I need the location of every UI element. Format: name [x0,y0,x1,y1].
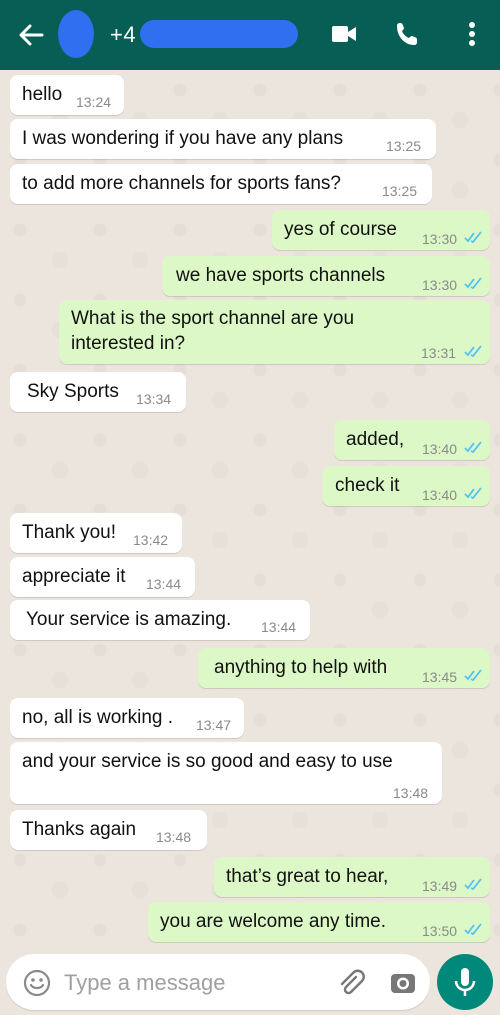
more-vert-icon[interactable] [462,20,482,48]
message-bubble-outgoing[interactable]: yes of course 13:30 [272,210,490,250]
message-bubble-outgoing[interactable]: What is the sport channel are you intere… [59,300,490,364]
camera-icon[interactable] [388,968,418,998]
message-time: 13:40 [422,441,458,457]
message-input[interactable]: Type a message [6,954,430,1010]
mic-icon [454,968,476,996]
message-time: 13:40 [422,487,458,503]
chat-header: +4 [0,0,500,70]
read-receipt-icon [464,441,482,454]
avatar-icon[interactable] [56,8,96,60]
message-input-placeholder[interactable]: Type a message [64,970,225,996]
message-bubble-incoming[interactable]: hello 13:24 [10,75,124,115]
message-bubble-incoming[interactable]: Thanks again 13:48 [10,810,207,850]
message-text: I was wondering if you have any plans [22,128,344,149]
message-time: 13:44 [261,619,297,635]
back-arrow-icon[interactable] [16,20,46,50]
read-receipt-icon [464,923,482,936]
message-time: 13:34 [136,391,172,407]
message-text: hello [22,84,63,105]
message-text: Sky Sports [27,381,119,402]
message-bubble-outgoing[interactable]: we have sports channels 13:30 [162,256,490,296]
message-text: Thank you! [22,522,116,543]
read-receipt-icon [464,277,482,290]
message-time: 13:45 [422,669,458,685]
read-receipt-icon [464,231,482,244]
message-bubble-outgoing[interactable]: that’s great to hear, 13:49 [214,857,490,897]
read-receipt-icon [464,878,482,891]
message-text: Thanks again [22,819,137,840]
message-text: no, all is working . [22,707,174,728]
message-text-line-1: What is the sport channel are you [71,308,355,329]
read-receipt-icon [464,345,482,358]
message-time: 13:49 [422,878,458,894]
message-text-line-2: interested in? [71,333,186,354]
message-text: Your service is amazing. [26,609,232,630]
message-bubble-incoming[interactable]: and your service is so good and easy to … [10,742,442,804]
voice-record-button[interactable] [437,954,493,1010]
message-text: check it [335,475,400,496]
message-bubble-incoming[interactable]: Sky Sports 13:34 [10,372,186,412]
message-text: anything to help with [214,657,388,678]
video-call-icon[interactable] [330,22,358,46]
message-bubble-incoming[interactable]: no, all is working . 13:47 [10,698,244,738]
message-bubble-outgoing[interactable]: anything to help with 13:45 [198,648,490,688]
message-bubble-incoming[interactable]: Thank you! 13:42 [10,513,182,553]
message-time: 13:25 [382,183,418,199]
message-text: appreciate it [22,566,126,587]
message-time: 13:48 [393,785,429,801]
message-bubble-outgoing[interactable]: you are welcome any time. 13:50 [148,902,490,942]
redacted-number [140,20,298,48]
message-text: and your service is so good and easy to … [22,751,393,772]
message-time: 13:50 [422,923,458,939]
message-bubble-outgoing[interactable]: check it 13:40 [322,466,490,506]
message-text: you are welcome any time. [160,911,386,932]
message-text: yes of course [284,219,397,240]
message-time: 13:30 [422,231,458,247]
message-time: 13:24 [76,94,112,110]
message-time: 13:48 [156,829,192,845]
attach-icon[interactable] [336,968,366,998]
message-time: 13:44 [146,576,182,592]
message-text: to add more channels for sports fans? [22,173,341,194]
message-time: 13:30 [422,277,458,293]
message-time: 13:31 [421,345,457,361]
message-time: 13:25 [386,138,422,154]
composer-bar: Type a message [0,950,500,1014]
message-time: 13:47 [196,717,232,733]
emoji-icon[interactable] [22,968,52,998]
message-bubble-incoming[interactable]: I was wondering if you have any plans 13… [10,119,436,159]
message-text: we have sports channels [176,265,386,286]
read-receipt-icon [464,669,482,682]
message-text: added, [346,429,405,450]
phone-icon[interactable] [394,20,422,48]
message-bubble-incoming[interactable]: to add more channels for sports fans? 13… [10,164,432,204]
message-bubble-outgoing[interactable]: added, 13:40 [334,420,490,460]
message-bubble-incoming[interactable]: appreciate it 13:44 [10,557,195,597]
message-time: 13:42 [133,532,169,548]
read-receipt-icon [464,487,482,500]
message-list[interactable]: hello 13:24 I was wondering if you have … [0,70,500,950]
message-bubble-incoming[interactable]: Your service is amazing. 13:44 [10,600,310,640]
message-text: that’s great to hear, [226,866,389,887]
contact-number[interactable]: +4 [110,22,136,48]
